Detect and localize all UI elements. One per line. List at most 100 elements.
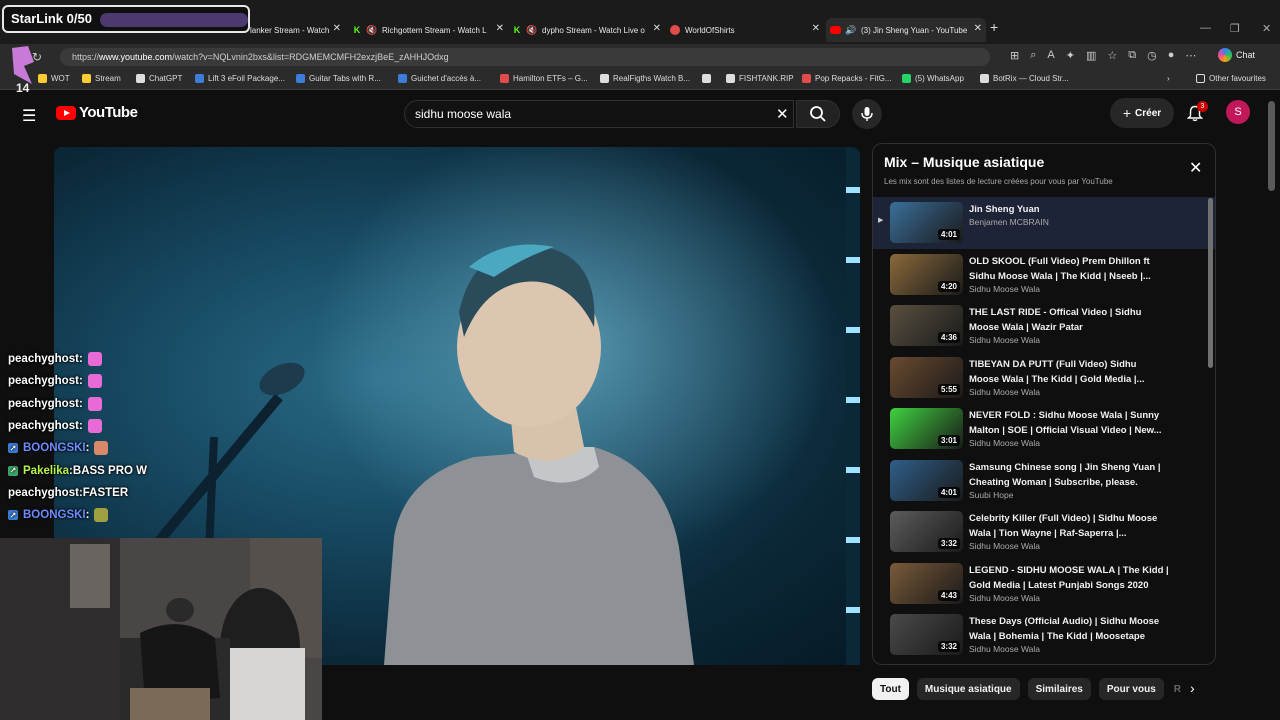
channel-name[interactable]: Sidhu Moose Wala	[969, 438, 1040, 448]
bookmark-item[interactable]: (5) WhatsApp	[902, 74, 964, 83]
tab-close-icon[interactable]: ✕	[812, 23, 820, 34]
page-scrollbar[interactable]	[1268, 101, 1275, 191]
bookmark-item[interactable]: ChatGPT	[136, 74, 182, 83]
bookmark-item[interactable]: RealFigths Watch B...	[600, 74, 690, 83]
video-thumbnail[interactable]: 3:32	[890, 511, 963, 552]
bookmark-item[interactable]: Guichet d'accès à...	[398, 74, 481, 83]
video-title[interactable]: THE LAST RIDE - Offical Video | Sidhu Mo…	[969, 305, 1169, 335]
tab-close-icon[interactable]: ✕	[496, 23, 504, 34]
create-button[interactable]: + Créer	[1110, 98, 1174, 128]
video-thumbnail[interactable]: 3:32	[890, 614, 963, 655]
screen: lanker Stream - Watch ✕ K 🔇 Richgottem S…	[0, 0, 1280, 720]
bookmark-item[interactable]	[702, 74, 715, 83]
close-window-button[interactable]: ✕	[1262, 22, 1271, 35]
voice-search-button[interactable]	[852, 99, 882, 129]
youtube-logo[interactable]: YouTube	[56, 104, 138, 121]
bookmark-item[interactable]: Hamilton ETFs – G...	[500, 74, 588, 83]
video-thumbnail[interactable]: 4:01	[890, 459, 963, 501]
channel-name[interactable]: Suubi Hope	[969, 490, 1013, 500]
tab-youtube[interactable]: 🔊 (3) Jin Sheng Yuan - YouTube ✕	[826, 18, 986, 42]
video-thumbnail[interactable]: 4:43	[890, 562, 963, 604]
bookmarks-overflow-icon[interactable]: ›	[1167, 74, 1170, 83]
muted-speaker-icon[interactable]: 🔇	[366, 25, 377, 35]
hamburger-menu-icon[interactable]: ☰	[22, 106, 36, 126]
filter-chip[interactable]: Musique asiatique	[916, 678, 1020, 700]
copilot-chat-button[interactable]: Chat	[1218, 48, 1255, 62]
split-screen-icon[interactable]: ▥	[1086, 49, 1096, 62]
video-thumbnail[interactable]: 4:20	[890, 253, 963, 295]
bookmark-label: FISHTANK.RIP	[739, 74, 794, 83]
video-title[interactable]: TIBEYAN DA PUTT (Full Video) Sidhu Moose…	[969, 357, 1169, 387]
channel-name[interactable]: Sidhu Moose Wala	[969, 541, 1040, 551]
channel-name[interactable]: Sidhu Moose Wala	[969, 284, 1040, 294]
playlist-scrollbar[interactable]	[1208, 198, 1213, 368]
tab-close-icon[interactable]: ✕	[974, 23, 982, 34]
clear-search-icon[interactable]: ✕	[776, 105, 789, 123]
bookmark-item[interactable]: Guitar Tabs with R...	[296, 74, 381, 83]
video-title[interactable]: LEGEND - SIDHU MOOSE WALA | The Kidd | G…	[969, 563, 1169, 593]
filter-chip[interactable]: Tout	[872, 678, 909, 700]
chevron-right-icon[interactable]: ›	[1190, 680, 1195, 696]
filter-chip[interactable]: Pour vous	[1098, 678, 1164, 700]
filter-chip[interactable]: Similaires	[1027, 678, 1091, 700]
playlist-item[interactable]: 4:01 Samsung Chinese song | Jin Sheng Yua…	[873, 455, 1215, 507]
profile-icon[interactable]: ●	[1168, 49, 1175, 62]
video-thumbnail[interactable]: 4:01	[890, 202, 963, 243]
maximize-button[interactable]: ❐	[1230, 22, 1240, 35]
playlist-item[interactable]: 4:20 OLD SKOOL (Full Video) Prem Dhillon …	[873, 249, 1215, 301]
video-title[interactable]: NEVER FOLD : Sidhu Moose Wala | Sunny Ma…	[969, 408, 1169, 438]
bookmark-item[interactable]: Pop Repacks - FitG...	[802, 74, 891, 83]
bookmark-item[interactable]: BotRix — Cloud Str...	[980, 74, 1069, 83]
search-input[interactable]: sidhu moose wala	[404, 100, 794, 128]
new-tab-button[interactable]: +	[990, 19, 998, 35]
video-title[interactable]: These Days (Official Audio) | Sidhu Moos…	[969, 614, 1169, 644]
chat-username: peachyghost	[8, 486, 79, 499]
video-thumbnail[interactable]: 4:36	[890, 305, 963, 346]
favourites-icon[interactable]: ☆	[1107, 49, 1117, 62]
tab-dypho[interactable]: K 🔇 dypho Stream - Watch Live o ✕	[510, 18, 665, 42]
muted-speaker-icon[interactable]: 🔇	[526, 25, 537, 35]
zoom-icon[interactable]: ⌕	[1030, 49, 1036, 62]
playlist-item[interactable]: 4:36 THE LAST RIDE - Offical Video | Sidh…	[873, 300, 1215, 352]
video-title[interactable]: Celebrity Killer (Full Video) | Sidhu Mo…	[969, 511, 1169, 541]
more-icon[interactable]: ⋯	[1185, 49, 1196, 62]
tab-close-icon[interactable]: ✕	[653, 23, 661, 34]
channel-name[interactable]: Sidhu Moose Wala	[969, 644, 1040, 654]
tab-close-icon[interactable]: ✕	[333, 23, 341, 34]
collections-icon[interactable]: ⧉	[1128, 49, 1136, 62]
bookmark-item[interactable]: FISHTANK.RIP	[726, 74, 794, 83]
playlist-item[interactable]: 5:55 TIBEYAN DA PUTT (Full Video) Sidhu M…	[873, 352, 1215, 404]
channel-name[interactable]: Sidhu Moose Wala	[969, 593, 1040, 603]
channel-name[interactable]: Sidhu Moose Wala	[969, 387, 1040, 397]
close-playlist-icon[interactable]: ✕	[1189, 158, 1202, 178]
channel-name[interactable]: Sidhu Moose Wala	[969, 335, 1040, 345]
extensions-icon[interactable]: ✦	[1066, 49, 1075, 62]
minimize-button[interactable]: —	[1200, 22, 1211, 34]
video-title[interactable]: Jin Sheng Yuan	[969, 202, 1169, 217]
playlist-item[interactable]: 3:01 NEVER FOLD : Sidhu Moose Wala | Sunn…	[873, 403, 1215, 455]
video-thumbnail[interactable]: 3:01	[890, 408, 963, 449]
read-aloud-icon[interactable]: A	[1047, 49, 1054, 62]
video-title[interactable]: OLD SKOOL (Full Video) Prem Dhillon ft S…	[969, 254, 1169, 284]
speaker-icon[interactable]: 🔊	[845, 25, 856, 35]
filter-chip[interactable]: R	[1172, 678, 1183, 700]
playlist-item[interactable]: 4:43 LEGEND - SIDHU MOOSE WALA | The Kidd…	[873, 558, 1215, 610]
apps-icon[interactable]: ⊞	[1010, 49, 1019, 62]
url-field[interactable]: https://www.youtube.com/watch?v=NQLvnin2…	[60, 48, 990, 66]
tab-richgottem[interactable]: K 🔇 Richgottem Stream - Watch L ✕	[350, 18, 508, 42]
video-title[interactable]: Samsung Chinese song | Jin Sheng Yuan | …	[969, 460, 1169, 490]
channel-name[interactable]: Benjamen MCBRAIN	[969, 217, 1049, 227]
tab-lanker[interactable]: lanker Stream - Watch ✕	[250, 18, 345, 42]
playlist-item[interactable]: 3:32 These Days (Official Audio) | Sidhu …	[873, 609, 1215, 661]
bookmark-item[interactable]: Stream	[82, 74, 121, 83]
search-button[interactable]	[796, 100, 840, 128]
tab-worldofshirts[interactable]: WorldOfShirts ✕	[668, 18, 824, 42]
playlist-item[interactable]: ▶ 4:01 Jin Sheng Yuan Benjamen MCBRAIN	[873, 197, 1215, 249]
video-thumbnail[interactable]: 5:55	[890, 356, 963, 398]
other-favourites[interactable]: Other favourites	[1196, 74, 1266, 83]
streamer-logo-icon: 14	[12, 46, 34, 94]
playlist-item[interactable]: 3:32 Celebrity Killer (Full Video) | Sidh…	[873, 506, 1215, 558]
avatar[interactable]: S	[1226, 100, 1250, 124]
history-icon[interactable]: ◷	[1147, 49, 1157, 62]
bookmark-item[interactable]: Lift 3 eFoil Package...	[195, 74, 285, 83]
